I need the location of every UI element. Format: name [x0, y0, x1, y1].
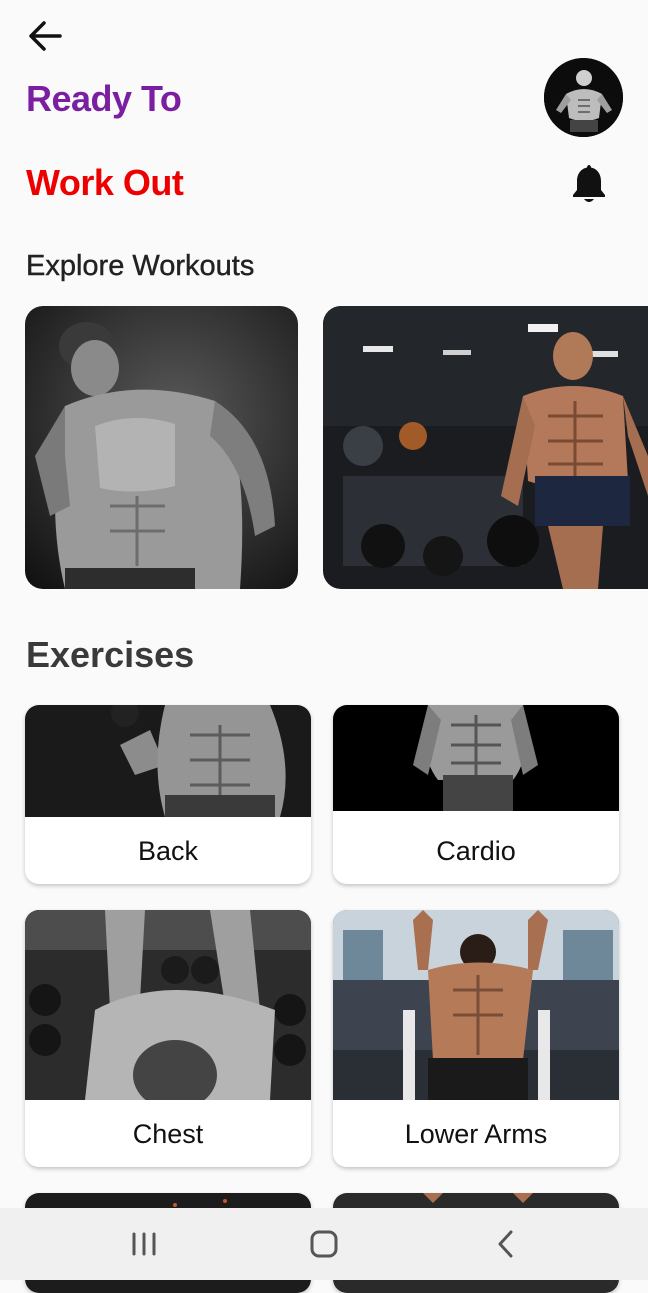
workout-card[interactable] [323, 306, 648, 589]
exercises-section-title: Exercises [26, 634, 195, 675]
exercise-card-back[interactable]: Back [25, 705, 311, 884]
exercise-label: Back [25, 818, 311, 884]
page-title-line2: Work Out [26, 162, 184, 203]
exercise-label: Cardio [333, 818, 619, 884]
recents-button[interactable] [124, 1228, 164, 1260]
page-title-line1: Ready To [26, 78, 182, 119]
exercise-label: Chest [25, 1101, 311, 1167]
home-button[interactable] [304, 1228, 344, 1260]
back-button[interactable] [22, 16, 66, 56]
nav-back-button[interactable] [486, 1228, 526, 1260]
workout-photo [323, 306, 648, 589]
explore-section-title: Explore Workouts [26, 250, 255, 282]
exercise-label: Lower Arms [333, 1101, 619, 1167]
chevron-left-icon [498, 1230, 513, 1258]
exercise-card-chest[interactable]: Chest [25, 910, 311, 1167]
exercise-card-lower-arms[interactable]: Lower Arms [333, 910, 619, 1167]
bell-icon [573, 165, 605, 202]
notifications-button[interactable] [570, 161, 608, 205]
exercise-photo [25, 910, 311, 1100]
exercise-photo [333, 705, 619, 811]
system-nav-bar [0, 1208, 648, 1280]
recents-icon [132, 1232, 156, 1256]
exercise-photo [333, 910, 619, 1100]
workout-card[interactable] [25, 306, 298, 589]
exercise-photo [25, 705, 311, 817]
home-icon [310, 1230, 338, 1258]
exercise-card-cardio[interactable]: Cardio [333, 705, 619, 884]
arrow-left-icon [29, 21, 62, 51]
workout-photo [25, 306, 298, 589]
avatar[interactable] [544, 58, 623, 137]
